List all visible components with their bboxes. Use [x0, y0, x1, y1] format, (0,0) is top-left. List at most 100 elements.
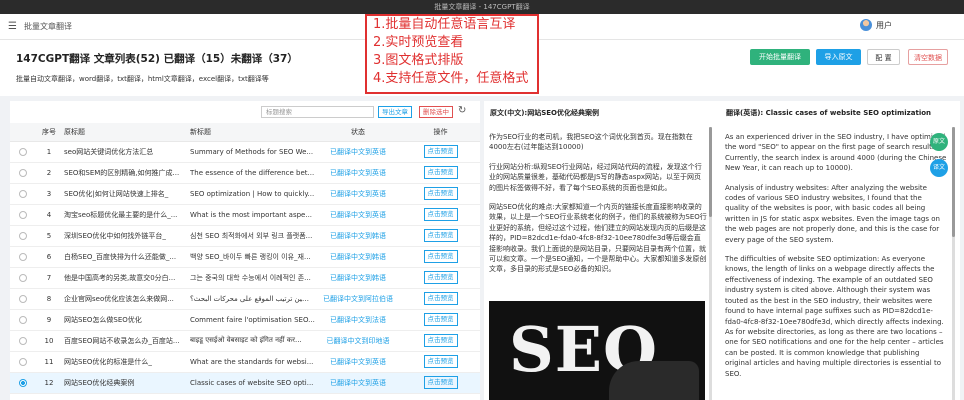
page-title: 147CGPT翻译 文章列表(52) 已翻译（15）未翻译（37） — [16, 53, 298, 65]
start-batch-button[interactable]: 开始批量翻译 — [750, 49, 810, 65]
export-button[interactable]: 导出文章 — [378, 106, 412, 118]
row-orig-title: 百度SEO网站不收录怎么办_百度站... — [64, 330, 190, 352]
row-action: 点击预览 — [401, 162, 480, 184]
row-action: 点击预览 — [401, 288, 480, 310]
preview-button[interactable]: 点击预览 — [423, 208, 458, 221]
article-list-panel: 标题搜索 导出文章 删除选中 ↻ 序号 原标题 新标题 状态 操作 1 seo网站… — [10, 101, 480, 400]
orig-paragraph: 网站SEO优化的难点:大家都知道一个内页的链接长度直接影响收录的效果，以上是一个… — [489, 203, 707, 274]
trans-paragraph: The difficulties of website SEO optimiza… — [725, 255, 944, 378]
row-select-radio[interactable] — [19, 189, 27, 198]
row-orig-title: 网站SEO怎么做SEO优化 — [64, 309, 190, 331]
row-index: 10 — [34, 330, 64, 352]
table-row[interactable]: 7 他是中国高考的另类,故意交0分白... 그는 중국의 대학 수능에서 이례적인 … — [10, 267, 480, 289]
row-orig-title: 深圳SEO优化中如何找外链平台_ — [64, 225, 190, 247]
row-select-radio[interactable] — [19, 273, 27, 282]
seo-image: SEO — [489, 301, 705, 400]
trans-paragraph: As an experienced driver in the SEO indu… — [725, 133, 947, 173]
row-index: 12 — [34, 372, 64, 394]
preview-button[interactable]: 点击预览 — [423, 229, 458, 242]
row-select-radio[interactable] — [19, 294, 27, 303]
row-select-radio[interactable] — [19, 378, 27, 387]
trans-scroll-thumb[interactable] — [952, 127, 955, 237]
row-orig-title: seo网站关键词优化方法汇总 — [64, 141, 190, 163]
orig-heading: 原文(中文):网站SEO优化经典案例 — [490, 109, 599, 117]
table-row[interactable]: 6 白杨SEO_百度快排为什么还能做_... 백양 SEO_바이두 빠른 랭킹이 이… — [10, 246, 480, 268]
table-row[interactable]: 8企业官网seo优化应该怎么来做网...كيفية تحسين ترتيب ال… — [10, 288, 480, 310]
row-select-radio[interactable] — [19, 168, 27, 177]
row-select-cell — [10, 309, 34, 331]
row-select-radio[interactable] — [19, 252, 27, 261]
row-select-radio[interactable] — [19, 210, 27, 219]
row-action: 点击预览 — [401, 225, 480, 247]
row-new-title: 그는 중국의 대학 수능에서 이례적인 존... — [190, 267, 315, 289]
orig-scroll-thumb[interactable] — [709, 127, 712, 217]
row-new-title: बाइडू एसईओ वेबसाइट को इंगित नहीं कर... — [190, 330, 315, 352]
row-select-cell — [10, 162, 34, 184]
col-header-orig: 原标题 — [64, 123, 190, 142]
row-orig-title: 网站SEO优化的标准是什么_ — [64, 351, 190, 373]
search-input[interactable]: 标题搜索 — [261, 106, 374, 118]
preview-button[interactable]: 点击预览 — [423, 334, 458, 347]
row-action: 点击预览 — [401, 309, 480, 331]
row-action: 点击预览 — [401, 204, 480, 226]
table-row[interactable]: 9 网站SEO怎么做SEO优化 Comment faire l'optimisati… — [10, 309, 480, 331]
row-select-radio[interactable] — [19, 357, 27, 366]
row-status: 已翻译中文到韩语 — [315, 225, 401, 247]
table-row[interactable]: 10 百度SEO网站不收录怎么办_百度站... बाइडू एसईओ वेबसाइट… — [10, 330, 480, 352]
orig-text: 作为SEO行业的老司机，我把SEO这个词优化到首页。现在指数在4000左右(过年… — [489, 132, 707, 284]
config-button[interactable]: 配 置 — [867, 49, 900, 65]
preview-button[interactable]: 点击预览 — [423, 376, 458, 389]
row-status: 已翻译中文到英语 — [315, 351, 401, 373]
row-new-title: The essence of the difference bet... — [190, 162, 315, 184]
row-select-cell — [10, 183, 34, 205]
refresh-icon[interactable]: ↻ — [458, 105, 466, 116]
preview-button[interactable]: 点击预览 — [423, 355, 458, 368]
preview-button[interactable]: 点击预览 — [423, 313, 458, 326]
table-row[interactable]: 2 SEO和SEM的区别精确,如何推广成... The essence of the… — [10, 162, 480, 184]
list-toolbar: 标题搜索 导出文章 删除选中 ↻ — [10, 101, 480, 123]
preview-button[interactable]: 点击预览 — [423, 145, 458, 158]
preview-button[interactable]: 点击预览 — [423, 187, 458, 200]
row-new-title: What is the most important aspe... — [190, 204, 315, 226]
row-select-radio[interactable] — [19, 147, 27, 156]
col-header-index: 序号 — [34, 123, 64, 142]
feature-line: 2.实时预览查看 — [373, 35, 464, 50]
table-row[interactable]: 1 seo网站关键词优化方法汇总 Summary of Methods for SE… — [10, 141, 480, 163]
row-orig-title: 企业官网seo优化应该怎么来做网... — [64, 288, 190, 310]
row-select-radio[interactable] — [19, 315, 27, 324]
table-row[interactable]: 12 网站SEO优化经典案例 Classic cases of website SE… — [10, 372, 480, 394]
show-original-button[interactable]: 原文 — [930, 133, 948, 151]
row-select-cell — [10, 288, 34, 310]
row-new-title: SEO optimization | How to quickly... — [190, 183, 315, 205]
row-index: 6 — [34, 246, 64, 268]
show-translation-button[interactable]: 译文 — [930, 159, 948, 177]
row-select-cell — [10, 330, 34, 352]
row-select-cell — [10, 225, 34, 247]
row-select-radio[interactable] — [19, 231, 27, 240]
clear-data-button[interactable]: 清空数据 — [908, 49, 948, 65]
col-header-new: 新标题 — [190, 123, 315, 142]
row-select-cell — [10, 246, 34, 268]
preview-button[interactable]: 点击预览 — [423, 292, 458, 305]
preview-button[interactable]: 点击预览 — [423, 166, 458, 179]
row-new-title: Classic cases of website SEO opti... — [190, 372, 315, 394]
import-button[interactable]: 导入原文 — [816, 49, 861, 65]
table-row[interactable]: 4 淘宝seo标题优化最主要的是什么_... What is the most im… — [10, 204, 480, 226]
table-row[interactable]: 3 SEO优化|如何让网站快速上排名_ SEO optimization | How… — [10, 183, 480, 205]
user-menu[interactable]: 用户 — [860, 19, 892, 31]
table-row[interactable]: 5 深圳SEO优化中如何找外链平台_ 심천 SEO 최적화에서 외부 링크 플랫폼.… — [10, 225, 480, 247]
page-subtitle: 批量自动文章翻译，word翻译，txt翻译，html文章翻译，excel翻译，t… — [16, 75, 269, 83]
row-new-title: Comment faire l'optimisation SEO... — [190, 309, 315, 331]
row-action: 点击预览 — [401, 141, 480, 163]
row-select-cell — [10, 141, 34, 163]
table-row[interactable]: 11 网站SEO优化的标准是什么_ What are the standards f… — [10, 351, 480, 373]
row-select-radio[interactable] — [19, 336, 27, 345]
menu-icon[interactable]: ☰ — [8, 21, 17, 32]
feature-line: 3.图文格式排版 — [373, 53, 464, 68]
preview-button[interactable]: 点击预览 — [423, 250, 458, 263]
select-header — [10, 123, 34, 142]
row-new-title: كيفية تحسين ترتيب الموقع على محركات البح… — [190, 288, 315, 310]
delete-selected-button[interactable]: 删除选中 — [419, 106, 453, 118]
preview-button[interactable]: 点击预览 — [423, 271, 458, 284]
row-status: 已翻译中文到英语 — [315, 162, 401, 184]
